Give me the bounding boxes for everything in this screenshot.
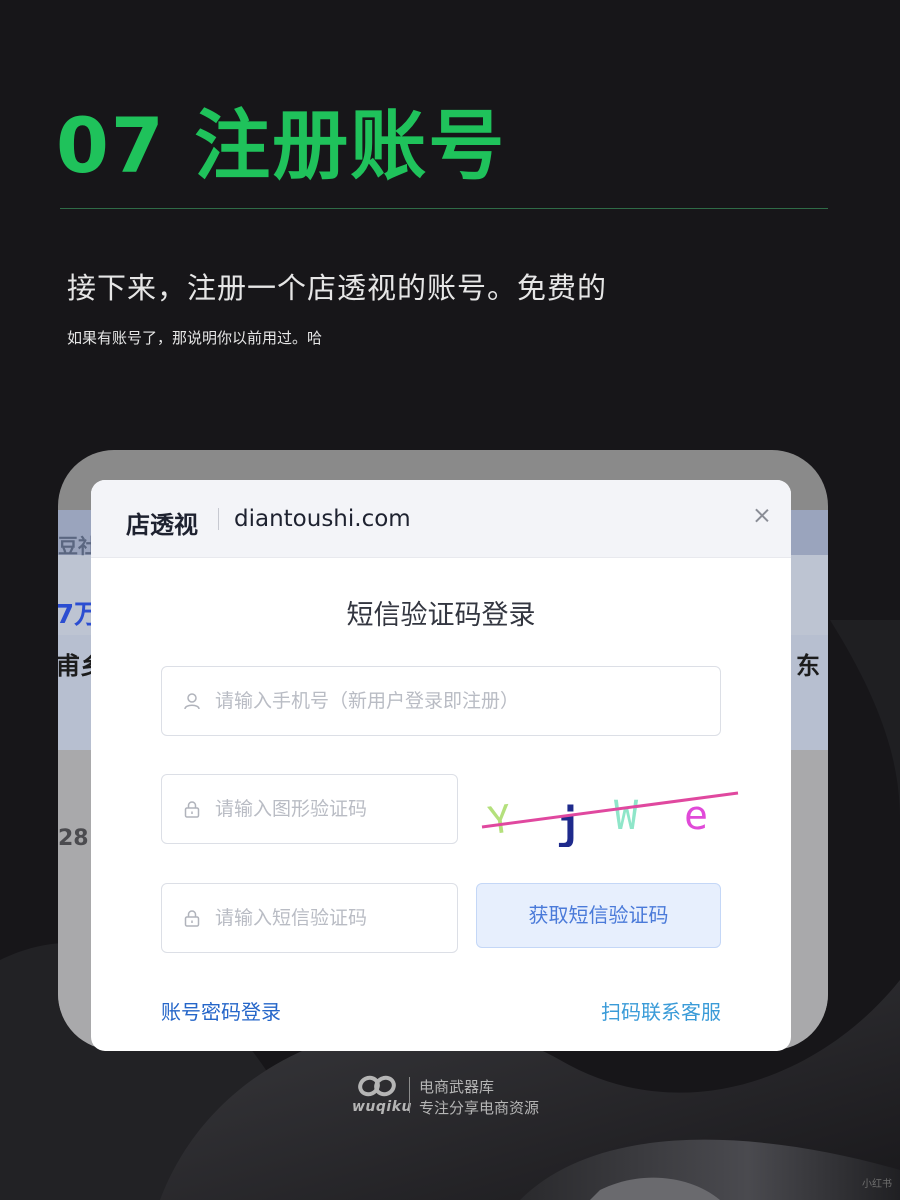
- brand-divider: [218, 508, 219, 530]
- svg-text:W: W: [614, 793, 639, 839]
- close-icon[interactable]: [750, 504, 774, 528]
- wuqiku-logo-icon: [358, 1075, 396, 1097]
- phone-input[interactable]: [215, 667, 720, 735]
- screenshot-fragment: 东: [796, 652, 820, 680]
- lock-icon: [184, 910, 200, 927]
- phone-field: [161, 666, 721, 736]
- dialog-title: 短信验证码登录: [346, 600, 536, 631]
- heading-divider: [60, 208, 828, 209]
- sms-code-field: [161, 883, 458, 953]
- watermark-title: 电商武器库: [419, 1078, 495, 1096]
- sms-code-input[interactable]: [215, 884, 458, 952]
- page-subtitle: 接下来，注册一个店透视的账号。免费的: [67, 271, 608, 305]
- svg-text:j: j: [556, 800, 581, 847]
- lock-icon: [184, 801, 200, 818]
- page-note: 如果有账号了，那说明你以前用过。哈: [67, 329, 323, 347]
- user-icon: [184, 693, 200, 710]
- get-sms-code-button[interactable]: 获取短信验证码: [476, 883, 721, 948]
- captcha-image[interactable]: Y j W e: [474, 785, 739, 847]
- login-dialog: 店透视 diantoushi.com 短信验证码登录 Y j W e: [91, 480, 791, 1051]
- brand-name: 店透视: [126, 511, 198, 539]
- screenshot-fragment: 28: [58, 826, 89, 851]
- watermark-subtitle: 专注分享电商资源: [419, 1099, 540, 1117]
- image-code-field: [161, 774, 458, 844]
- watermark-divider: [409, 1077, 410, 1113]
- brand-domain: diantoushi.com: [234, 506, 411, 532]
- page-heading: 07 注册账号: [56, 101, 507, 190]
- dialog-header: 店透视 diantoushi.com: [91, 480, 791, 558]
- contact-support-link[interactable]: 扫码联系客服: [601, 996, 721, 1025]
- image-code-input[interactable]: [215, 775, 458, 843]
- corner-tag: 小红书: [862, 1179, 892, 1190]
- password-login-link[interactable]: 账号密码登录: [161, 996, 281, 1025]
- watermark-logo-text: wuqiku: [352, 1099, 412, 1115]
- svg-text:Y: Y: [485, 796, 514, 843]
